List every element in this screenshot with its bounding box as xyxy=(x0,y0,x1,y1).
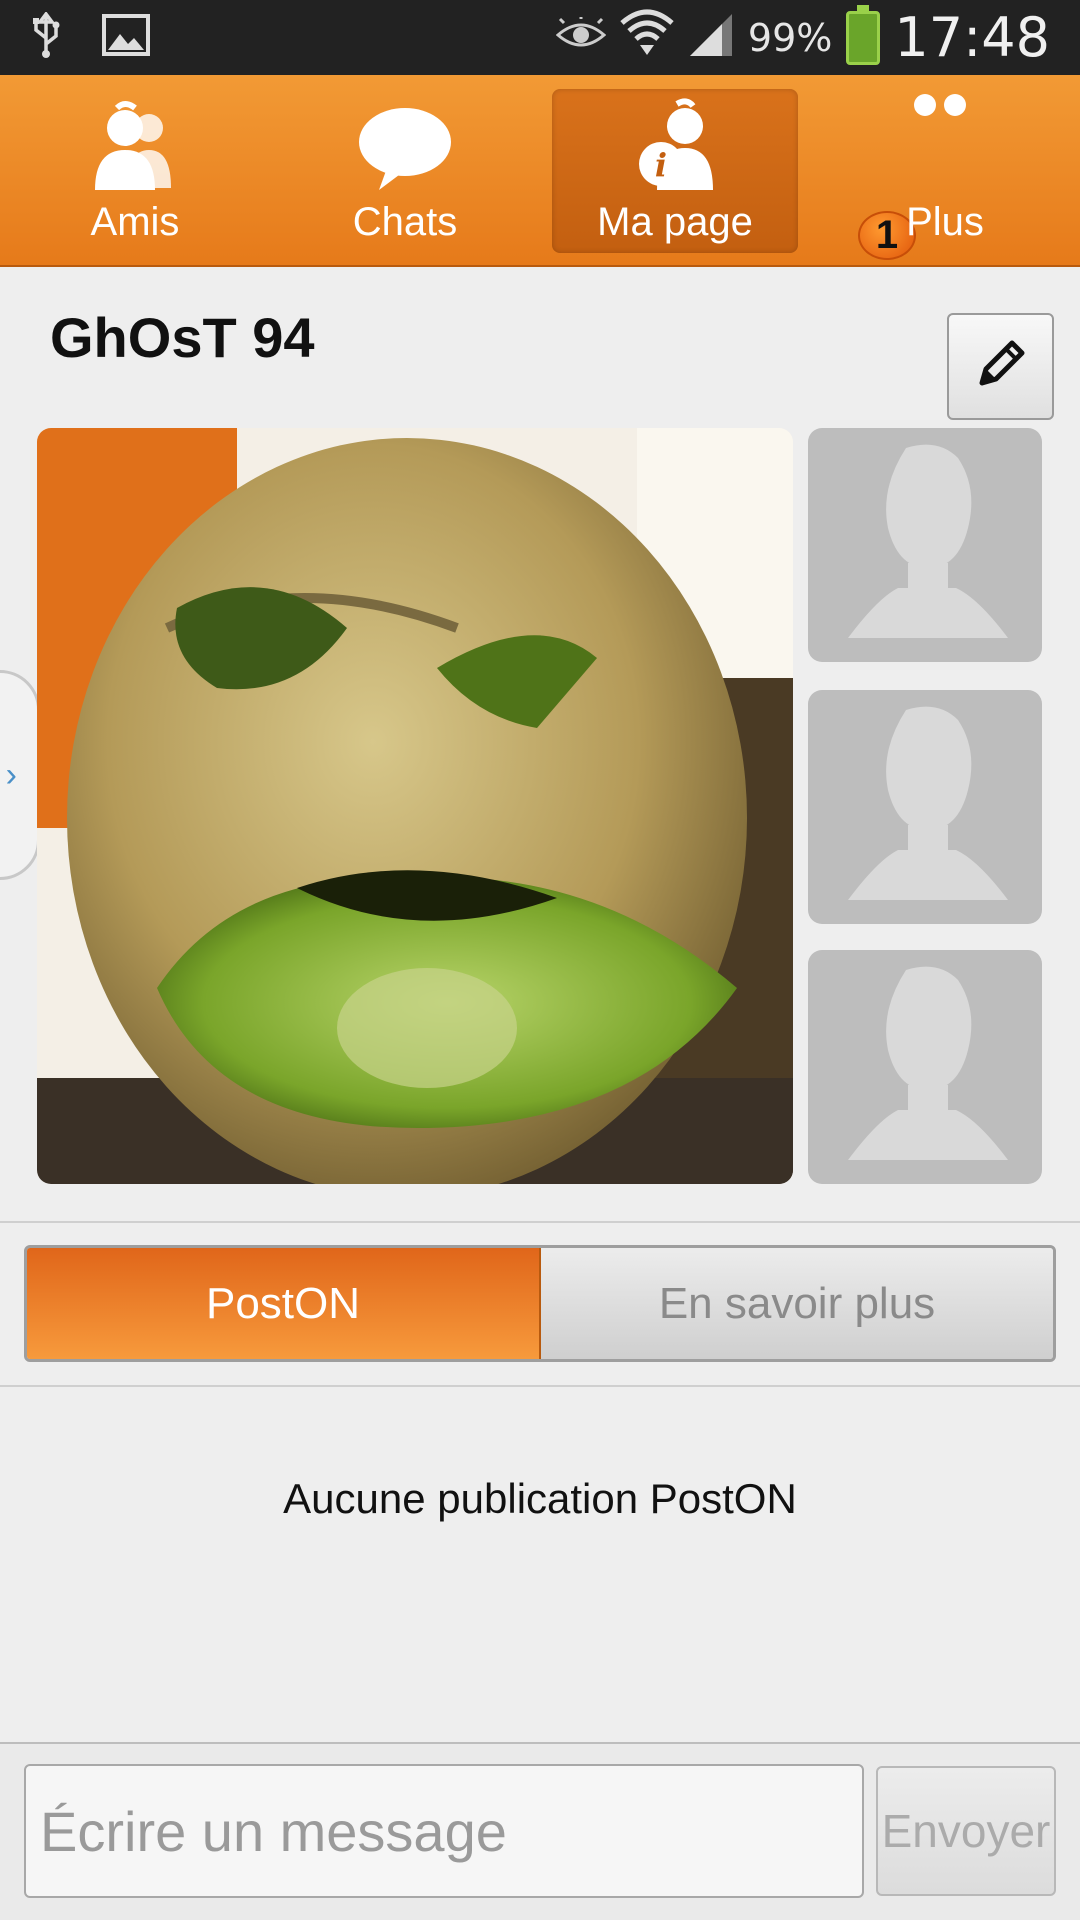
message-composer: Envoyer xyxy=(0,1742,1080,1920)
image-icon xyxy=(102,14,150,61)
tab-en-savoir-plus[interactable]: En savoir plus xyxy=(541,1248,1053,1359)
nav-label-plus: Plus xyxy=(906,200,984,244)
empty-feed-message: Aucune publication PostON xyxy=(283,1475,797,1522)
signal-icon xyxy=(688,12,734,63)
battery-percent: 99% xyxy=(747,15,833,60)
profile-photo-slot-2[interactable] xyxy=(808,690,1042,924)
placeholder-avatar-icon xyxy=(848,706,1008,900)
nav-label-chats: Chats xyxy=(352,200,458,244)
placeholder-avatar-icon xyxy=(848,444,1008,638)
nav-tab-chats[interactable]: Chats xyxy=(270,75,540,265)
edit-profile-button[interactable] xyxy=(947,313,1054,420)
profile-photo-slot-1[interactable] xyxy=(808,428,1042,662)
svg-text:i: i xyxy=(655,146,667,184)
divider xyxy=(0,1385,1080,1387)
top-nav: Amis Chats i Ma page 1 Plus xyxy=(0,75,1080,267)
chat-bubble-icon xyxy=(357,98,453,194)
friends-icon xyxy=(87,98,183,194)
tab-poston[interactable]: PostON xyxy=(27,1248,541,1359)
profile-name: GhOsT 94 xyxy=(50,306,315,369)
content-tabs: PostON En savoir plus xyxy=(24,1245,1056,1362)
message-input[interactable] xyxy=(24,1764,864,1898)
battery-charging-icon xyxy=(846,4,881,65)
placeholder-avatar-icon xyxy=(848,966,1008,1160)
usb-icon xyxy=(30,11,62,63)
more-dots-icon xyxy=(897,49,993,145)
send-button[interactable]: Envoyer xyxy=(876,1766,1056,1896)
profile-photo-slot-3[interactable] xyxy=(808,950,1042,1184)
wifi-icon xyxy=(620,9,674,66)
nav-tab-amis[interactable]: Amis xyxy=(0,75,270,265)
chevron-right-icon: › xyxy=(5,755,17,794)
eye-icon xyxy=(555,15,607,58)
profile-info-icon: i xyxy=(627,98,723,194)
nav-tab-plus[interactable]: 1 Plus xyxy=(810,75,1080,265)
nav-label-ma-page: Ma page xyxy=(597,200,753,244)
divider xyxy=(0,1221,1080,1223)
nav-label-amis: Amis xyxy=(90,200,180,244)
pencil-icon xyxy=(974,337,1028,396)
profile-main-photo[interactable] xyxy=(37,428,793,1184)
nav-tab-ma-page[interactable]: i Ma page xyxy=(540,75,810,265)
side-drawer-handle[interactable]: › xyxy=(0,670,40,880)
kiwi-face-photo xyxy=(37,428,793,1184)
